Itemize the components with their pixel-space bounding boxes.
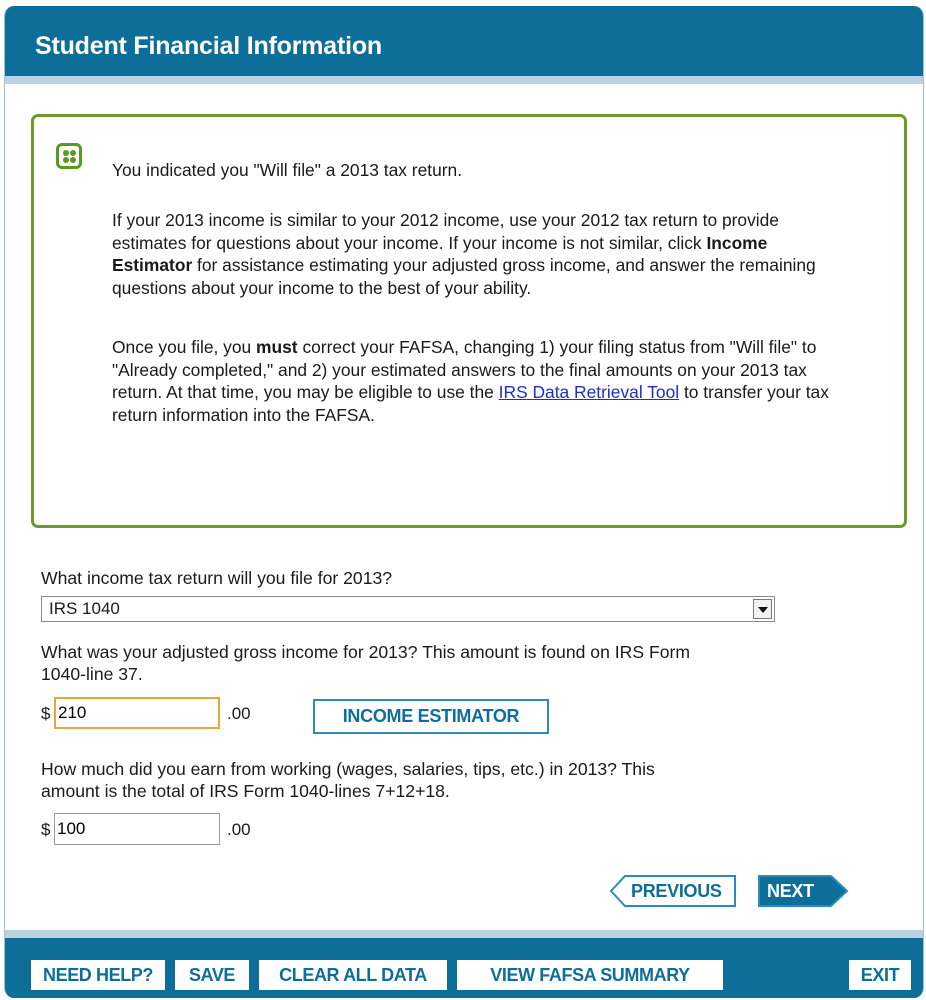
agi-question-label: What was your adjusted gross income for … xyxy=(41,642,691,684)
info-notice-box: You indicated you "Will file" a 2013 tax… xyxy=(31,114,907,528)
tax-return-selected-value: IRS 1040 xyxy=(49,599,120,618)
tax-return-question-label: What income tax return will you file for… xyxy=(41,568,393,588)
next-button[interactable]: NEXT xyxy=(757,874,849,908)
clear-all-data-button[interactable]: CLEAR ALL DATA xyxy=(259,960,447,990)
footer-bar: NEED HELP? SAVE CLEAR ALL DATA VIEW FAFS… xyxy=(5,930,923,998)
income-estimator-button[interactable]: INCOME ESTIMATOR xyxy=(313,699,549,734)
irs-data-retrieval-link[interactable]: IRS Data Retrieval Tool xyxy=(499,382,679,402)
notice-filing-status-text: You indicated you "Will file" a 2013 tax… xyxy=(112,160,463,180)
chevron-down-icon[interactable] xyxy=(753,599,772,619)
previous-label: PREVIOUS xyxy=(631,881,722,901)
page-title: Student Financial Information xyxy=(35,32,382,60)
page-frame: Student Financial Information You indica… xyxy=(4,6,924,998)
earnings-question-label: How much did you earn from working (wage… xyxy=(41,759,655,801)
page-header: Student Financial Information xyxy=(5,6,923,84)
view-fafsa-summary-button[interactable]: VIEW FAFSA SUMMARY xyxy=(457,960,723,990)
agi-cents-label: .00 xyxy=(227,704,251,723)
previous-button[interactable]: PREVIOUS xyxy=(609,874,737,908)
notice-paragraph-correct: Once you file, you must correct your FAF… xyxy=(112,337,829,425)
info-dots-icon xyxy=(56,143,82,169)
agi-currency-symbol: $ xyxy=(41,704,51,723)
need-help-button[interactable]: NEED HELP? xyxy=(31,960,165,990)
save-button[interactable]: SAVE xyxy=(175,960,249,990)
exit-button[interactable]: EXIT xyxy=(849,960,911,990)
earnings-amount-input[interactable] xyxy=(54,813,220,845)
tax-return-select[interactable]: IRS 1040 xyxy=(41,596,775,622)
earnings-currency-symbol: $ xyxy=(41,820,51,839)
notice-paragraph-estimate: If your 2013 income is similar to your 2… xyxy=(112,210,816,298)
next-label: NEXT xyxy=(767,881,814,901)
agi-amount-input[interactable] xyxy=(54,697,220,729)
must-emphasis: must xyxy=(256,337,298,357)
earnings-cents-label: .00 xyxy=(227,820,251,839)
